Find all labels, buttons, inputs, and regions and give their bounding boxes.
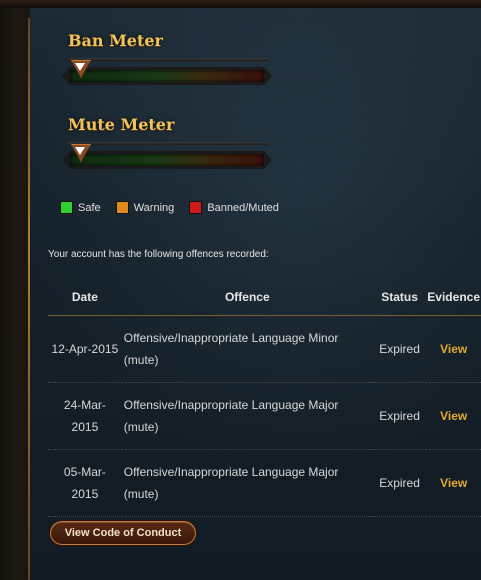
meter-legend: Safe Warning Banned/Muted [60, 201, 291, 217]
legend-swatch-banned [189, 201, 203, 214]
table-row: 24-Mar- 2015 Offensive/Inappropriate Lang… [48, 382, 481, 450]
offences-intro-text: Your account has the following offences … [48, 249, 269, 260]
offence-date: 24-Mar- 2015 [48, 382, 122, 450]
legend-warning: Warning [115, 201, 175, 214]
top-frame-border [0, 0, 481, 8]
mute-meter-pointer-icon [75, 147, 85, 155]
offence-date: 05-Mar- 2015 [48, 449, 122, 517]
ban-meter [62, 58, 272, 92]
legend-swatch-warning [115, 201, 129, 214]
legend-label: Banned/Muted [207, 201, 279, 214]
ban-meter-title: Ban Meter [68, 31, 163, 50]
left-frame-rail [0, 8, 30, 580]
ban-meter-bar [62, 67, 272, 85]
mute-meter-rail [68, 142, 268, 145]
view-code-of-conduct-button[interactable]: View Code of Conduct [50, 521, 196, 545]
offence-description: Offensive/Inappropriate Language Major (m… [121, 449, 373, 517]
ban-meter-pointer-icon [75, 63, 85, 71]
offence-status: Expired [372, 315, 427, 383]
mute-meter-bar [62, 151, 272, 169]
offence-description: Offensive/Inappropriate Language Major (m… [121, 382, 373, 450]
ban-meter-rail [68, 58, 268, 61]
offence-status: Expired [372, 382, 427, 450]
header-date: Date [48, 279, 122, 316]
offence-date: 12-Apr-2015 [48, 315, 122, 383]
legend-banned: Banned/Muted [189, 201, 279, 214]
legend-label: Warning [133, 201, 175, 214]
view-evidence-link[interactable]: View [440, 409, 467, 423]
offence-description: Offensive/Inappropriate Language Minor (m… [121, 315, 373, 383]
offences-table: Date Offence Status Evidence 12-Apr-2015… [48, 279, 481, 517]
header-offence: Offence [121, 279, 373, 316]
mute-meter [62, 142, 272, 176]
offence-status: Expired [372, 449, 427, 517]
legend-safe: Safe [60, 201, 101, 214]
legend-swatch-safe [60, 201, 73, 214]
legend-label: Safe [78, 201, 101, 214]
header-status: Status [372, 279, 427, 316]
view-evidence-link[interactable]: View [440, 476, 467, 490]
header-evidence: Evidence [426, 279, 481, 316]
table-row: 05-Mar- 2015 Offensive/Inappropriate Lang… [48, 449, 481, 517]
view-evidence-link[interactable]: View [440, 342, 467, 356]
table-header-row: Date Offence Status Evidence [48, 279, 481, 316]
mute-meter-title: Mute Meter [68, 115, 175, 134]
table-row: 12-Apr-2015 Offensive/Inappropriate Lang… [48, 315, 481, 383]
